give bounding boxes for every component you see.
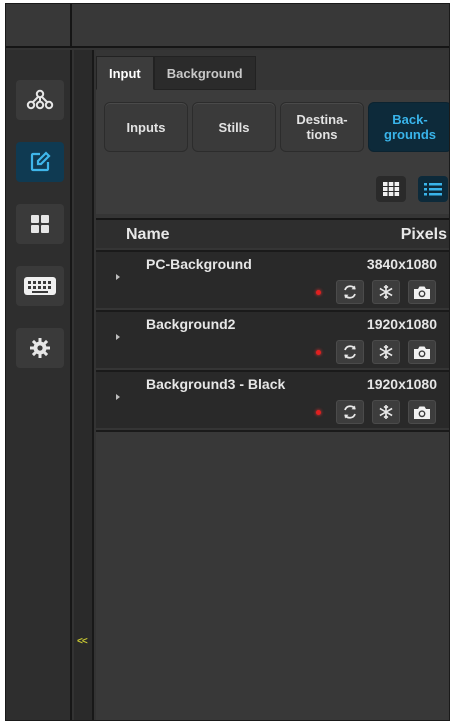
keyboard-icon	[24, 277, 56, 295]
segment-destinations-label: Destina- tions	[296, 112, 348, 142]
refresh-icon	[344, 345, 356, 359]
row-name: PC-Background	[146, 256, 252, 272]
segment-stills[interactable]: Stills	[192, 102, 276, 152]
expand-arrow-icon[interactable]	[116, 274, 120, 280]
status-dot-icon	[316, 410, 321, 415]
refresh-button[interactable]	[336, 340, 364, 364]
keyboard-button[interactable]	[16, 266, 64, 306]
category-panel: Inputs Stills Destina- tions Back- groun…	[96, 90, 449, 214]
segment-backgrounds-label: Back- grounds	[384, 112, 436, 142]
freeze-button[interactable]	[372, 280, 400, 304]
refresh-icon	[344, 405, 356, 419]
layout-button[interactable]	[16, 204, 64, 244]
tab-background[interactable]: Background	[153, 56, 256, 90]
table-header: Name Pixels	[96, 218, 449, 248]
tab-bar: Input Background	[96, 56, 256, 90]
list-view-icon	[424, 183, 442, 196]
row-name: Background3 - Black	[146, 376, 286, 392]
expand-arrow-icon[interactable]	[116, 334, 120, 340]
freeze-button[interactable]	[372, 340, 400, 364]
row-pixels: 1920x1080	[366, 376, 437, 392]
edit-icon	[30, 151, 51, 172]
freeze-button[interactable]	[372, 400, 400, 424]
segment-inputs[interactable]: Inputs	[104, 102, 188, 152]
refresh-icon	[344, 285, 356, 299]
row-pixels: 1920x1080	[366, 316, 437, 332]
camera-icon	[414, 346, 430, 359]
collapse-gutter: <<	[74, 50, 94, 720]
left-rail	[6, 50, 72, 720]
column-header-pixels[interactable]: Pixels	[401, 226, 447, 244]
app-window: << Input Background Inputs Stills Destin…	[5, 3, 450, 721]
status-dot-icon	[316, 290, 321, 295]
snowflake-icon	[379, 405, 393, 419]
capture-button[interactable]	[408, 340, 436, 364]
capture-button[interactable]	[408, 280, 436, 304]
table-row[interactable]: Background3 - Black 1920x1080	[96, 370, 449, 428]
segment-destinations[interactable]: Destina- tions	[280, 102, 364, 152]
collapse-panel-button[interactable]: <<	[77, 636, 88, 647]
list-view-button[interactable]	[418, 176, 448, 202]
refresh-button[interactable]	[336, 400, 364, 424]
settings-button[interactable]	[16, 328, 64, 368]
expand-arrow-icon[interactable]	[116, 394, 120, 400]
refresh-button[interactable]	[336, 280, 364, 304]
segment-backgrounds[interactable]: Back- grounds	[368, 102, 449, 152]
status-dot-icon	[316, 350, 321, 355]
list-empty-area	[96, 430, 449, 720]
grid-view-button[interactable]	[376, 176, 406, 202]
snowflake-icon	[379, 345, 393, 359]
snowflake-icon	[379, 285, 393, 299]
table-row[interactable]: PC-Background 3840x1080	[96, 250, 449, 308]
row-pixels: 3840x1080	[366, 256, 437, 272]
edit-button[interactable]	[16, 142, 64, 182]
capture-button[interactable]	[408, 400, 436, 424]
network-button[interactable]	[16, 80, 64, 120]
row-name: Background2	[146, 316, 236, 332]
tab-input[interactable]: Input	[96, 56, 154, 90]
top-bar-left-cell	[6, 4, 72, 48]
gear-icon	[30, 338, 50, 358]
main-panel: Input Background Inputs Stills Destina- …	[96, 50, 449, 720]
layout-icon	[31, 215, 49, 233]
camera-icon	[414, 406, 430, 419]
grid-view-icon	[383, 182, 400, 196]
network-icon	[26, 89, 54, 110]
top-bar	[6, 4, 449, 48]
column-header-name[interactable]: Name	[126, 226, 170, 244]
table-row[interactable]: Background2 1920x1080	[96, 310, 449, 368]
camera-icon	[414, 286, 430, 299]
